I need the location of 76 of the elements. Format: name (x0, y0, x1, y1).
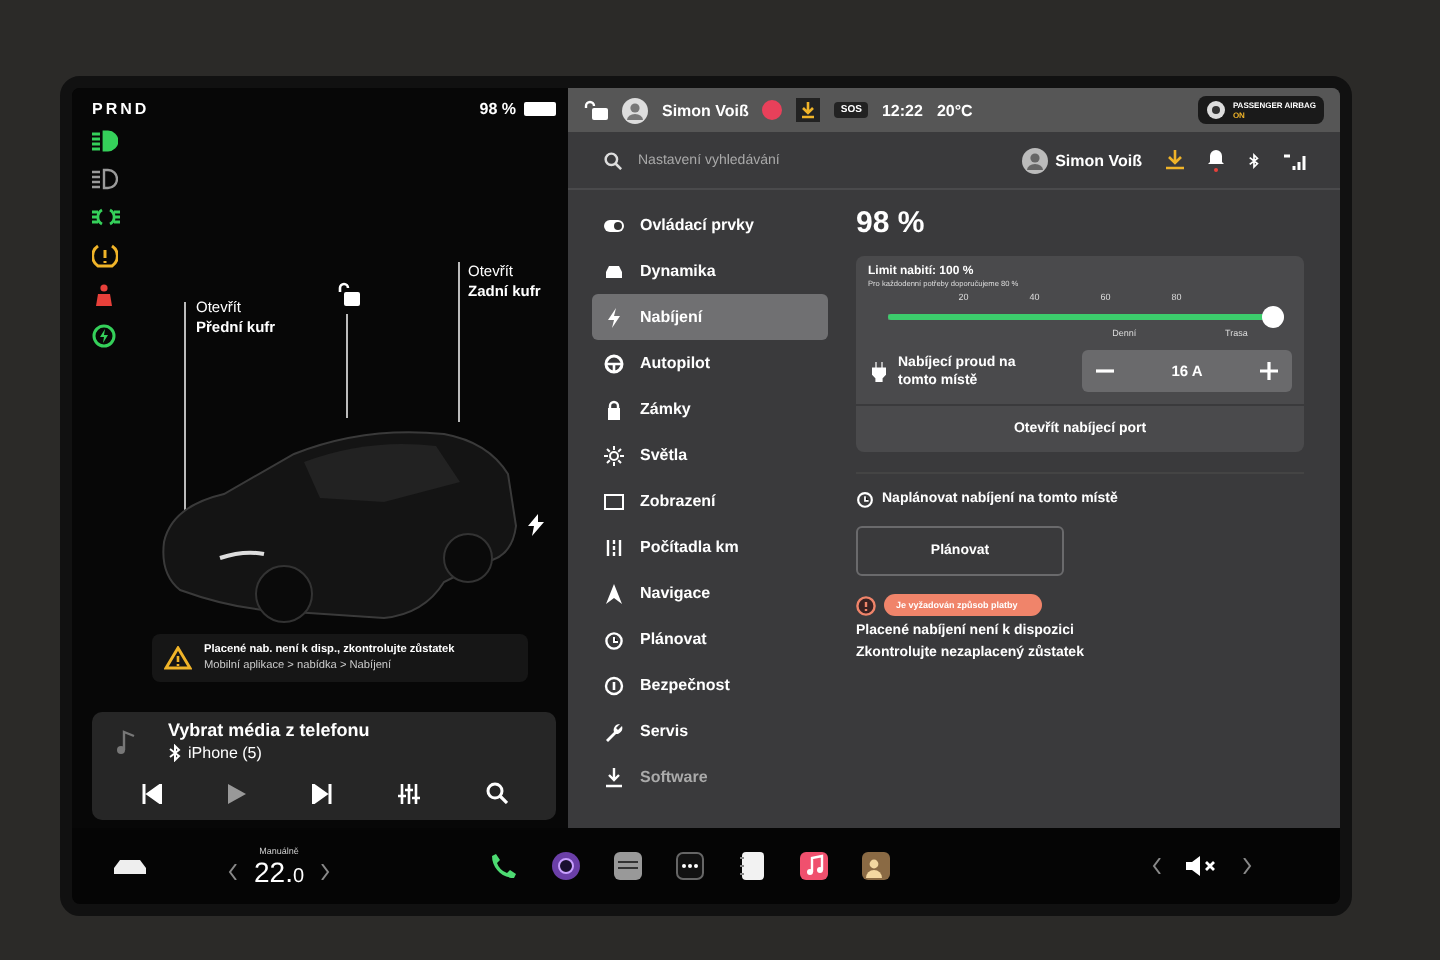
search-icon[interactable] (485, 782, 507, 804)
settings-menu-item[interactable]: Zámky (592, 386, 828, 432)
car-icon (604, 261, 624, 281)
search-icon (604, 151, 622, 169)
road-icon (604, 537, 624, 557)
more-icon[interactable] (676, 852, 705, 880)
profile-name[interactable]: Simon Voiß (1055, 151, 1142, 169)
play-icon[interactable] (227, 783, 245, 803)
charge-port-icon[interactable] (528, 514, 544, 536)
unlock-icon[interactable] (336, 282, 360, 306)
download-icon[interactable] (796, 98, 821, 122)
info-icon (856, 595, 876, 615)
lock-icon (604, 399, 624, 419)
settings-menu-item[interactable]: Světla (592, 432, 828, 478)
download-icon (604, 767, 624, 787)
clock-time: 12:22 (881, 101, 923, 119)
muted-speaker-icon[interactable] (1186, 856, 1218, 876)
airbag-icon (1206, 100, 1227, 120)
previous-track-icon[interactable] (141, 783, 161, 803)
settings-menu-item[interactable]: Zobrazení (592, 478, 828, 524)
cabin-temperature[interactable]: 22.0 (254, 855, 305, 887)
screen-icon (604, 491, 624, 511)
gear-indicator: PRND (92, 100, 152, 118)
user-avatar-icon[interactable] (622, 97, 648, 123)
media-title[interactable]: Vybrat média z telefonu (168, 720, 370, 740)
photo-app-icon[interactable] (862, 852, 891, 880)
equalizer-icon[interactable] (397, 783, 419, 803)
battery-percent: 98 % (479, 100, 516, 118)
settings-menu-item[interactable]: Ovládací prvky (592, 202, 828, 248)
battery-percent: 98 % (856, 206, 925, 240)
bell-icon[interactable] (1208, 148, 1224, 172)
battery-icon (524, 102, 556, 116)
chevron-right-icon[interactable] (320, 863, 331, 879)
toggle-icon (604, 215, 624, 235)
dashcam-viewer-icon[interactable] (614, 852, 643, 880)
download-icon[interactable] (1166, 150, 1184, 170)
music-note-icon (116, 729, 136, 753)
user-name[interactable]: Simon Voiß (662, 101, 749, 119)
outside-temperature: 20°C (936, 101, 975, 119)
slider-thumb[interactable] (1262, 306, 1284, 328)
chevron-left-icon[interactable] (228, 863, 238, 879)
signal-icon (1284, 151, 1308, 169)
notepad-icon[interactable] (738, 852, 767, 880)
settings-menu-item[interactable]: Bezpečnost (592, 662, 828, 708)
car-icon[interactable] (112, 856, 148, 876)
unlock-icon[interactable] (584, 100, 608, 120)
leader-line (346, 314, 348, 418)
alarm-clock-icon (604, 629, 624, 649)
media-source[interactable]: iPhone (5) (188, 744, 262, 762)
chevron-left-icon[interactable] (1152, 858, 1162, 874)
lightning-icon (604, 307, 624, 327)
wrench-icon (604, 721, 624, 741)
settings-menu-item[interactable]: Plánovat (592, 616, 828, 662)
bluetooth-icon (168, 744, 182, 762)
bluetooth-icon[interactable] (1248, 151, 1260, 169)
settings-menu-item[interactable]: Software (592, 754, 828, 800)
navigation-arrow-icon (604, 583, 624, 603)
settings-menu-item[interactable]: Počítadla km (592, 524, 828, 570)
plug-icon (872, 361, 886, 381)
steering-wheel-icon (604, 353, 624, 373)
sun-icon (604, 445, 624, 465)
plus-icon[interactable] (1259, 362, 1278, 380)
next-track-icon[interactable] (311, 783, 331, 803)
alarm-clock-icon (856, 490, 874, 508)
music-icon[interactable] (800, 852, 829, 880)
info-icon (604, 675, 624, 695)
settings-menu-item[interactable]: Navigace (592, 570, 828, 616)
settings-menu-item[interactable]: Servis (592, 708, 828, 754)
camera-icon[interactable] (552, 852, 581, 880)
warning-icon (164, 646, 192, 670)
settings-menu-item[interactable]: Nabíjení (592, 294, 828, 340)
phone-icon[interactable] (490, 852, 519, 880)
settings-menu-item[interactable]: Autopilot (592, 340, 828, 386)
user-avatar-icon[interactable] (1021, 147, 1048, 173)
settings-menu-item[interactable]: Dynamika (592, 248, 828, 294)
chevron-right-icon[interactable] (1242, 858, 1252, 874)
